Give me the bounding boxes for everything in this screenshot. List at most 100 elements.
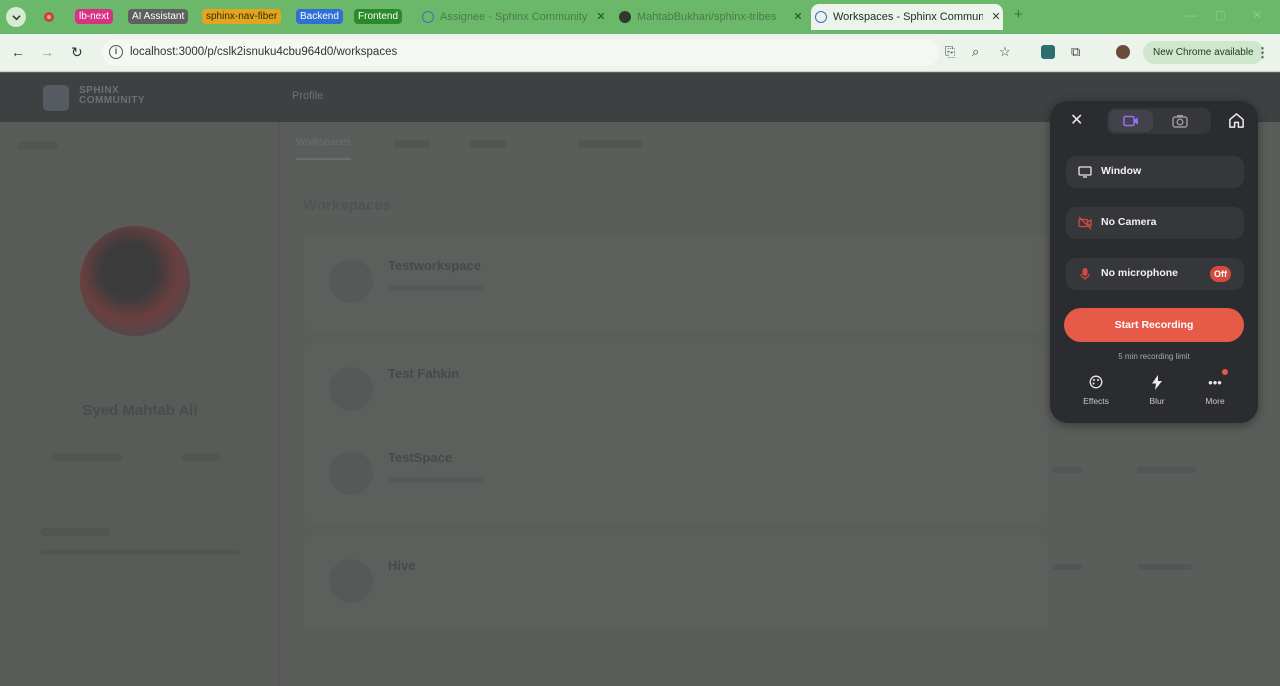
close-icon[interactable]: ✕: [791, 6, 805, 28]
github-icon: [619, 11, 631, 23]
workspace-card[interactable]: Testworkspace: [304, 235, 1048, 330]
subtab-placeholder[interactable]: [470, 140, 506, 148]
tab-assignee[interactable]: Assignee - Sphinx Community ✕: [418, 6, 608, 28]
tab-group-lb-next[interactable]: lb-next: [75, 9, 114, 24]
footer-label: More: [1205, 396, 1225, 406]
recording-tab-indicator[interactable]: [39, 7, 59, 27]
workspace-card[interactable]: Test Fahkin: [304, 343, 1048, 438]
info-row: [40, 550, 240, 555]
workspace-card[interactable]: Hive: [304, 535, 1048, 630]
tab-search-button[interactable]: [6, 7, 26, 27]
maximize-icon[interactable]: ▢: [1215, 8, 1226, 22]
logo-line-2: COMMUNITY: [79, 95, 146, 106]
bolt-icon: [1132, 375, 1182, 391]
back-link[interactable]: [18, 142, 58, 150]
profile-sidebar: Syed Mahtab Ali: [0, 122, 280, 686]
window-close-icon[interactable]: ✕: [1252, 8, 1262, 22]
tab-group-ai-assistant[interactable]: AI Assistant: [128, 9, 189, 24]
option-label: Window: [1101, 165, 1142, 177]
workspace-stat: [1137, 564, 1192, 570]
screen-recorder-panel: ✕ Window No Camera No microphone Off Sta…: [1050, 101, 1258, 423]
more-button[interactable]: ••• More: [1190, 375, 1240, 406]
chrome-menu-icon[interactable]: ⋮: [1256, 45, 1269, 61]
start-recording-button[interactable]: Start Recording: [1064, 308, 1244, 342]
home-icon[interactable]: [1228, 112, 1245, 129]
more-icon: •••: [1208, 375, 1222, 390]
tab-workspaces[interactable]: Workspaces - Sphinx Commun... ✕: [811, 4, 1003, 30]
tab-group-sphinx-nav-fiber[interactable]: sphinx-nav-fiber: [202, 9, 282, 24]
workspace-meta: [388, 285, 483, 291]
workspace-name: Testworkspace: [388, 258, 481, 273]
notification-dot: [1222, 369, 1228, 375]
option-label: No Camera: [1101, 216, 1157, 228]
react-favicon-icon: [815, 11, 827, 23]
monitor-icon: [1078, 166, 1092, 178]
video-icon: [1123, 115, 1138, 127]
profile-link[interactable]: [182, 453, 220, 461]
install-app-icon[interactable]: ⎘: [945, 44, 955, 60]
workspace-card[interactable]: TestSpace: [304, 427, 1048, 522]
microphone-option[interactable]: No microphone Off: [1066, 258, 1244, 290]
mic-off-icon: [1080, 268, 1090, 280]
workspace-stat: [1137, 467, 1197, 473]
tab-workspaces-page[interactable]: Workspaces: [296, 137, 351, 160]
footer-label: Blur: [1149, 396, 1165, 406]
video-mode-button[interactable]: [1109, 110, 1153, 132]
tab-title: Workspaces - Sphinx Commun...: [833, 11, 983, 23]
screenshot-mode-camera-icon[interactable]: [1172, 114, 1188, 128]
info-row: [40, 528, 110, 536]
workspace-stat: [1052, 564, 1082, 570]
workspace-name: Test Fahkin: [388, 366, 460, 381]
camera-off-icon: [1078, 216, 1092, 230]
blur-button[interactable]: Blur: [1132, 375, 1182, 406]
subtab-placeholder[interactable]: [394, 140, 430, 148]
close-icon[interactable]: ✕: [594, 6, 608, 28]
back-icon[interactable]: ←: [11, 44, 25, 60]
record-dot-icon: [44, 12, 54, 22]
toolbar: ← → ↻ i localhost:3000/p/cslk2isnuku4cbu…: [0, 34, 1280, 72]
workspace-icon: [329, 559, 373, 603]
logo-icon[interactable]: [43, 85, 69, 111]
reload-icon[interactable]: ↻: [71, 44, 83, 61]
user-name: Syed Mahtab Ali: [82, 402, 198, 419]
mic-status-badge[interactable]: Off: [1210, 266, 1231, 282]
close-icon[interactable]: ✕: [989, 4, 1003, 30]
url-text: localhost:3000/p/cslk2isnuku4cbu964d0/wo…: [130, 46, 398, 58]
profile-link[interactable]: [52, 453, 122, 461]
update-chrome-button[interactable]: New Chrome available: [1143, 41, 1264, 64]
zoom-icon[interactable]: ⌕: [972, 44, 979, 60]
footer-label: Effects: [1083, 396, 1109, 406]
workspace-icon: [329, 367, 373, 411]
effects-button[interactable]: Effects: [1071, 375, 1121, 406]
option-label: No microphone: [1101, 267, 1179, 279]
nav-profile[interactable]: Profile: [292, 90, 323, 102]
extensions-puzzle-icon[interactable]: ⧉: [1071, 44, 1080, 60]
workspace-name: Hive: [388, 558, 416, 573]
forward-icon[interactable]: →: [40, 44, 54, 60]
subtab-placeholder[interactable]: [578, 140, 642, 148]
tab-title: Assignee - Sphinx Community: [440, 11, 588, 23]
close-icon[interactable]: ✕: [1070, 111, 1084, 131]
react-favicon-icon: [422, 11, 434, 23]
source-window-option[interactable]: Window: [1066, 156, 1244, 188]
profile-avatar[interactable]: [1116, 45, 1130, 59]
tab-github[interactable]: MahtabBukhari/sphinx-tribes ✕: [615, 6, 805, 28]
bookmark-star-icon[interactable]: ☆: [999, 44, 1011, 60]
capture-mode-toggle: [1107, 108, 1211, 134]
camera-option[interactable]: No Camera: [1066, 207, 1244, 239]
tab-group-frontend[interactable]: Frontend: [354, 9, 403, 24]
avatar: [80, 226, 190, 336]
tab-strip: lb-next AI Assistant sphinx-nav-fiber Ba…: [0, 0, 1280, 34]
logo-text: SPHINX COMMUNITY: [79, 86, 145, 106]
site-info-icon[interactable]: i: [109, 45, 123, 59]
new-tab-button[interactable]: +: [1014, 6, 1023, 23]
minimize-icon[interactable]: —: [1185, 8, 1197, 22]
tab-group-backend[interactable]: Backend: [296, 9, 343, 24]
page-title: Workspaces: [303, 197, 392, 214]
address-bar[interactable]: i localhost:3000/p/cslk2isnuku4cbu964d0/…: [102, 39, 939, 66]
recording-limit-text: 5 min recording limit: [1118, 352, 1190, 361]
workspace-meta: [388, 477, 483, 483]
workspace-icon: [329, 451, 373, 495]
extension-icon[interactable]: [1041, 45, 1055, 59]
chevron-down-icon: [11, 14, 21, 20]
